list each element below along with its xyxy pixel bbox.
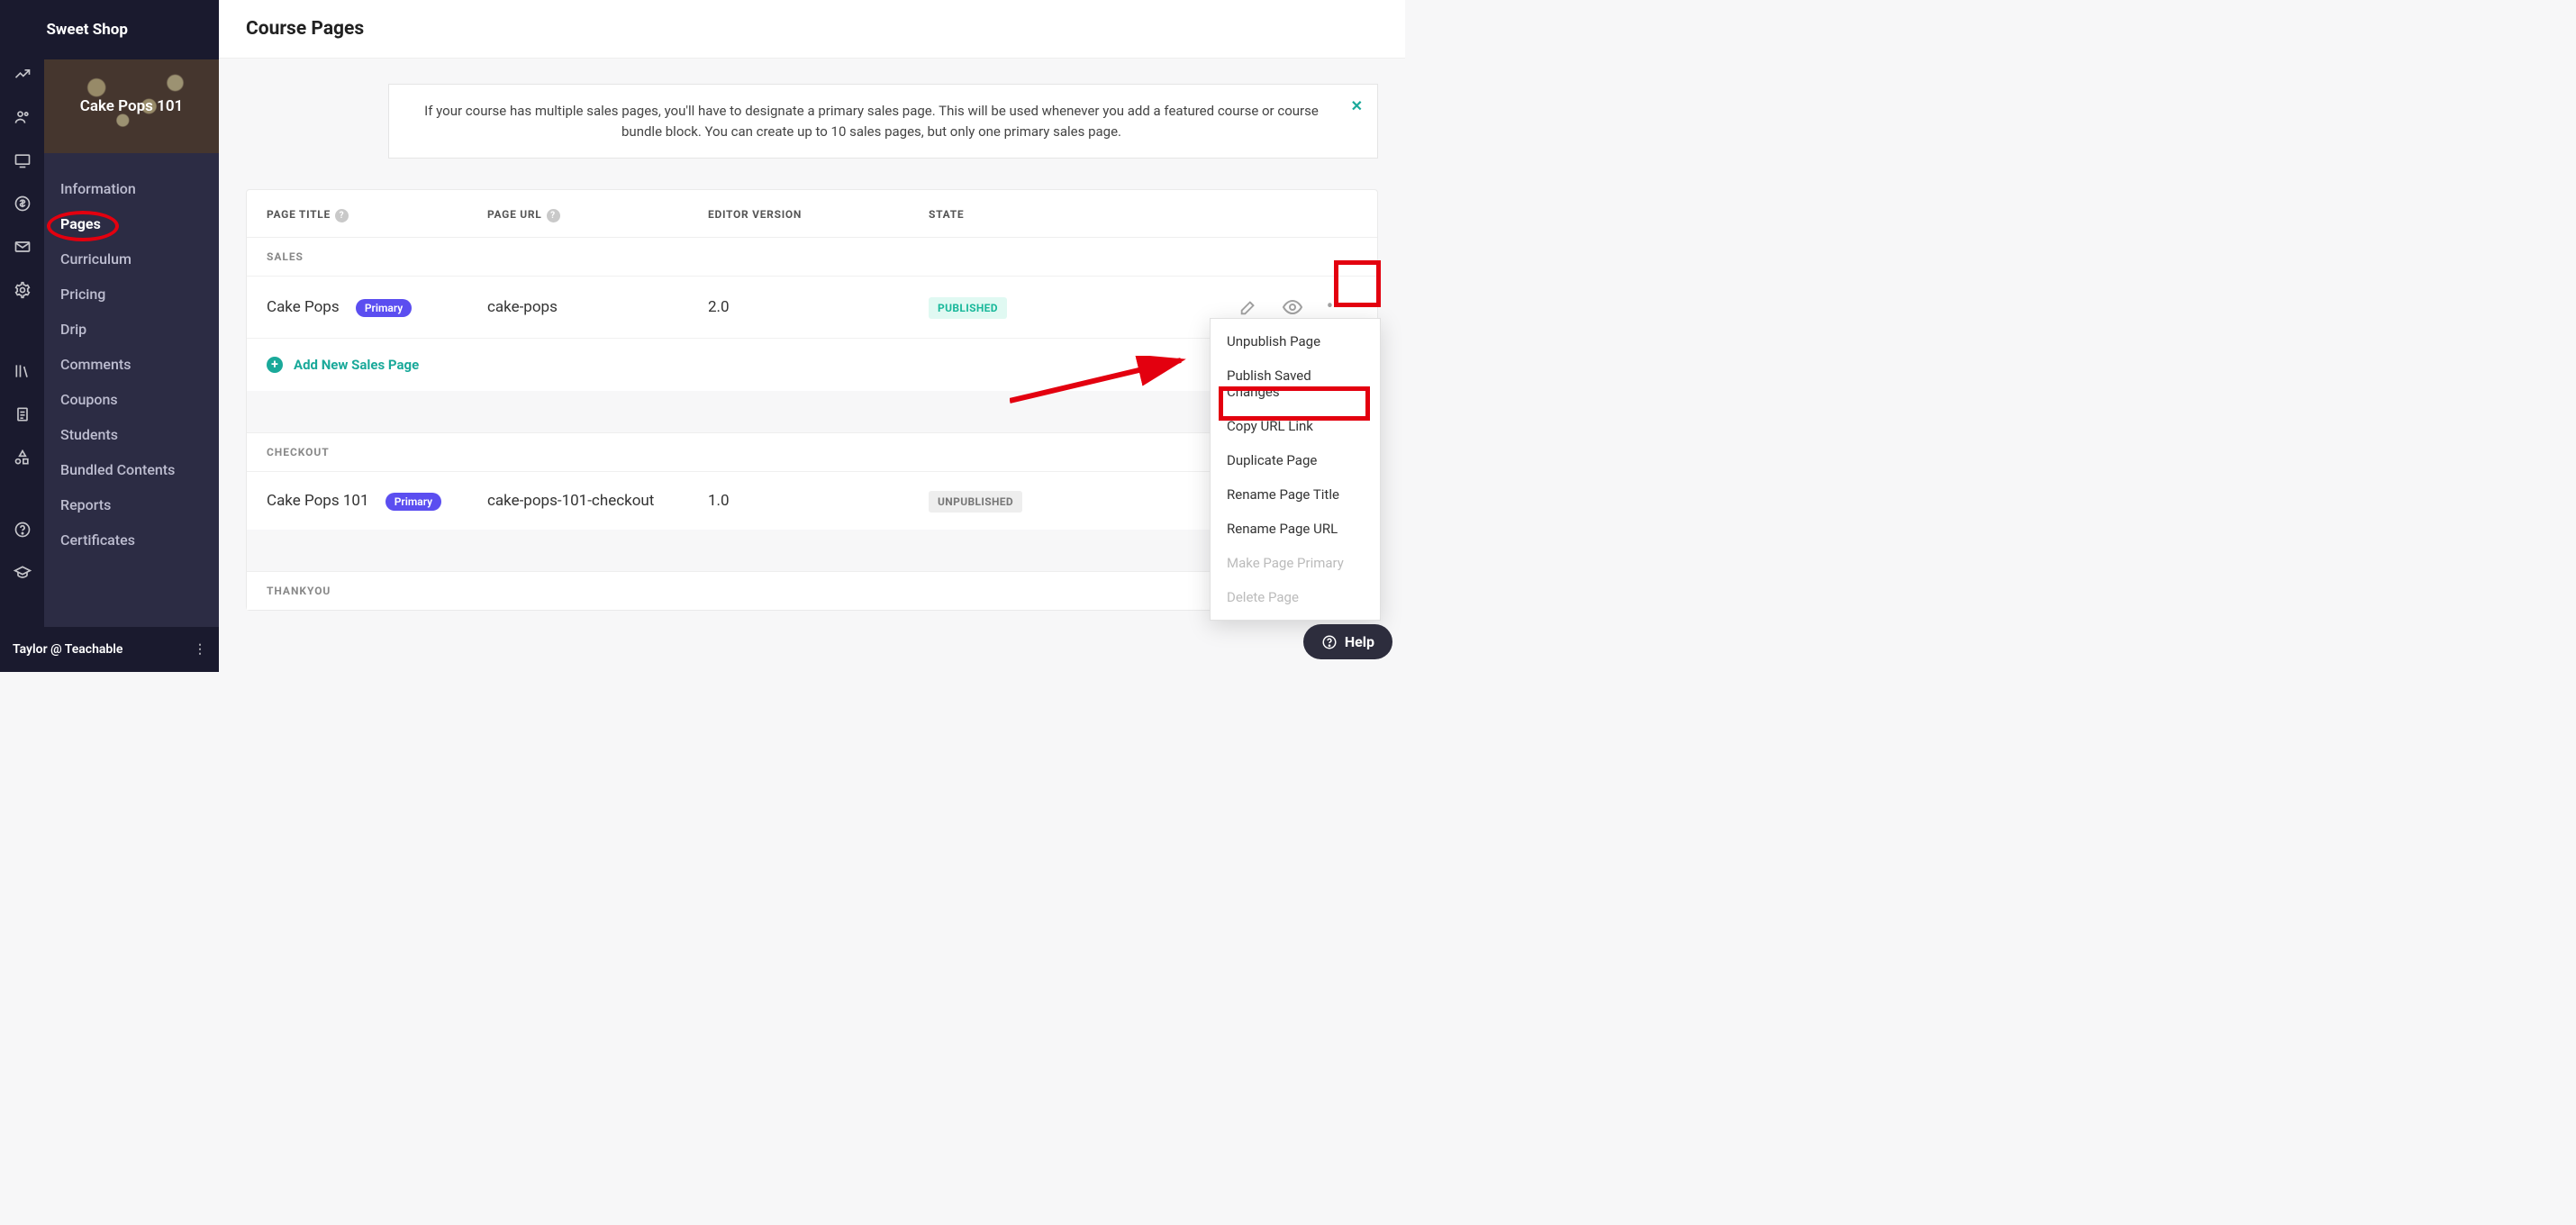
primary-badge: Primary <box>385 493 441 511</box>
col-state: STATE <box>929 208 1163 222</box>
menu-rename-title[interactable]: Rename Page Title <box>1211 477 1380 512</box>
site-icon[interactable] <box>14 151 32 169</box>
icon-rail <box>0 0 44 672</box>
sidebar-item-information[interactable]: Information <box>44 171 219 206</box>
menu-duplicate[interactable]: Duplicate Page <box>1211 443 1380 477</box>
cell-url: cake-pops-101-checkout <box>487 492 708 510</box>
footer-menu-icon[interactable]: ⋮ <box>194 642 206 657</box>
cell-state: UNPUBLISHED <box>929 492 1163 510</box>
col-editor-version: EDITOR VERSION <box>708 208 929 222</box>
primary-badge: Primary <box>356 299 412 317</box>
help-button[interactable]: Help <box>1303 624 1392 659</box>
main: Course Pages If your course has multiple… <box>219 0 1405 672</box>
menu-rename-url[interactable]: Rename Page URL <box>1211 512 1380 546</box>
cell-url: cake-pops <box>487 298 708 316</box>
col-page-url: PAGE URL? <box>487 208 708 222</box>
cell-version: 1.0 <box>708 492 929 510</box>
sidebar-item-curriculum[interactable]: Curriculum <box>44 241 219 277</box>
page-title: Course Pages <box>219 0 1405 59</box>
preview-icon[interactable] <box>1282 296 1303 318</box>
section-checkout: CHECKOUT <box>247 432 1377 471</box>
info-banner-text: If your course has multiple sales pages,… <box>424 103 1319 140</box>
sidebar-item-pages[interactable]: Pages <box>44 206 219 241</box>
plus-icon: + <box>267 357 283 373</box>
course-hero[interactable]: Cake Pops 101 <box>44 59 219 153</box>
section-thankyou: THANKYOU <box>247 571 1377 610</box>
section-sales: SALES <box>247 237 1377 276</box>
clipboard-icon[interactable] <box>14 405 32 423</box>
sidebar-item-reports[interactable]: Reports <box>44 487 219 522</box>
library-icon[interactable] <box>14 362 32 380</box>
users-icon[interactable] <box>14 108 32 126</box>
sidebar-item-drip[interactable]: Drip <box>44 312 219 347</box>
menu-publish-saved[interactable]: Publish Saved Changes <box>1211 358 1380 409</box>
cell-title: Cake Pops 101 Primary <box>267 492 487 510</box>
table-row: Cake Pops Primary cake-pops 2.0 PUBLISHE… <box>247 276 1377 338</box>
col-page-title: PAGE TITLE? <box>267 208 487 222</box>
help-circle-icon[interactable] <box>14 521 32 539</box>
table-row: Cake Pops 101 Primary cake-pops-101-chec… <box>247 471 1377 530</box>
gear-icon[interactable] <box>14 281 32 299</box>
sidebar-item-pricing[interactable]: Pricing <box>44 277 219 312</box>
row-actions: ••• <box>1163 296 1357 318</box>
close-icon[interactable]: ✕ <box>1351 95 1363 117</box>
sidebar-item-students[interactable]: Students <box>44 417 219 452</box>
side-nav: Information Pages Curriculum Pricing Dri… <box>44 153 219 558</box>
sidebar-item-coupons[interactable]: Coupons <box>44 382 219 417</box>
cell-title: Cake Pops Primary <box>267 298 487 316</box>
help-icon[interactable]: ? <box>335 209 349 222</box>
sidebar-item-bundled[interactable]: Bundled Contents <box>44 452 219 487</box>
edit-icon[interactable] <box>1238 297 1258 317</box>
course-name: Cake Pops 101 <box>80 97 184 115</box>
menu-make-primary: Make Page Primary <box>1211 546 1380 580</box>
sidebar-item-comments[interactable]: Comments <box>44 347 219 382</box>
more-icon[interactable]: ••• <box>1327 297 1352 317</box>
help-icon[interactable]: ? <box>547 209 560 222</box>
info-banner: If your course has multiple sales pages,… <box>388 84 1378 159</box>
menu-copy-url[interactable]: Copy URL Link <box>1211 409 1380 443</box>
footer-bar: Taylor @ Teachable ⋮ <box>0 627 219 672</box>
mail-icon[interactable] <box>14 238 32 256</box>
menu-unpublish[interactable]: Unpublish Page <box>1211 324 1380 358</box>
menu-delete: Delete Page <box>1211 580 1380 614</box>
dollar-icon[interactable] <box>14 195 32 213</box>
sidebar-item-certificates[interactable]: Certificates <box>44 522 219 558</box>
cell-state: PUBLISHED <box>929 298 1163 316</box>
help-icon <box>1321 634 1338 650</box>
graduation-icon[interactable] <box>14 564 32 582</box>
analytics-icon[interactable] <box>14 65 32 83</box>
add-sales-page[interactable]: + Add New Sales Page <box>247 338 1377 391</box>
shapes-icon[interactable] <box>14 449 32 467</box>
table-header: PAGE TITLE? PAGE URL? EDITOR VERSION STA… <box>247 190 1377 237</box>
row-dropdown: Unpublish Page Publish Saved Changes Cop… <box>1210 318 1381 621</box>
cell-version: 2.0 <box>708 298 929 316</box>
footer-user: Taylor @ Teachable <box>13 642 122 657</box>
pages-table: PAGE TITLE? PAGE URL? EDITOR VERSION STA… <box>246 189 1378 611</box>
